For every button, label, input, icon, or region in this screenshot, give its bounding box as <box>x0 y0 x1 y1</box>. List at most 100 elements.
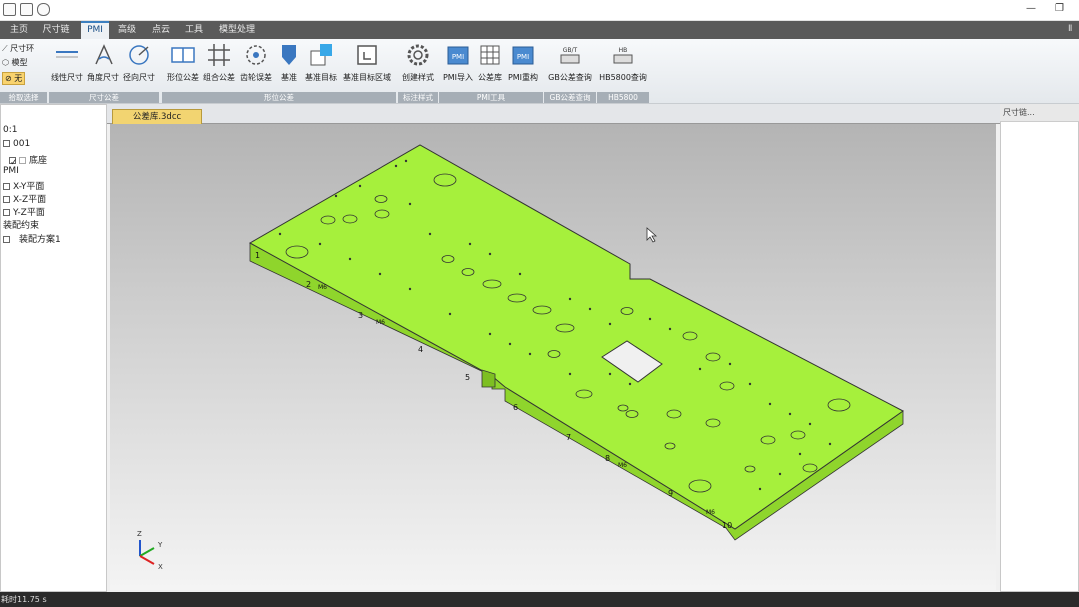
dimension-chain-panel <box>1000 104 1079 592</box>
mouse-cursor-icon <box>646 227 658 243</box>
svg-text:M6: M6 <box>318 284 327 291</box>
menu-bar: 主页 尺寸链 PMI 高级 点云 工具 模型处理 Ⅱ <box>0 21 1079 39</box>
model-top-face[interactable] <box>248 144 904 530</box>
status-text: 耗时11.75 s <box>1 595 47 604</box>
minimize-icon[interactable]: — <box>1026 3 1036 14</box>
datum-icon <box>282 45 296 65</box>
composite-tolerance-icon <box>208 44 230 66</box>
edge-label-6: 6 <box>513 403 518 412</box>
tree-item-assembly-constraints[interactable]: 装配约束 <box>3 218 39 231</box>
pmi-rebuild-button[interactable]: PMI PMI重构 <box>506 42 540 92</box>
radial-dimension-icon <box>129 45 149 65</box>
ring-icon: ⟋ <box>2 44 8 53</box>
prohibit-icon: ⊘ <box>5 74 12 83</box>
tree-item-assembly[interactable]: 001 <box>3 139 30 149</box>
edge-label-1: 1 <box>255 251 260 260</box>
help-label: Ⅱ <box>1068 24 1073 34</box>
tab-tools[interactable]: 工具 <box>180 21 208 39</box>
checkbox-icon[interactable]: ✓ <box>9 157 18 168</box>
tab-pmi[interactable]: PMI <box>81 21 109 39</box>
document-tab-strip <box>107 104 1000 124</box>
datum-target-area-button[interactable]: 基准目标区域 <box>340 42 394 92</box>
edge-label-9: 9 <box>668 489 673 498</box>
linear-dimension-button[interactable]: 线性尺寸 <box>50 42 84 92</box>
gb-tolerance-query-button[interactable]: GB/T GB公差查询 <box>545 42 595 92</box>
save-icon[interactable] <box>3 3 16 16</box>
angle-dimension-button[interactable]: 角度尺寸 <box>86 42 120 92</box>
tree-item-root[interactable]: 0:1 <box>3 125 17 135</box>
svg-text:PMI: PMI <box>452 53 464 61</box>
datum-button[interactable]: 基准 <box>276 42 302 92</box>
grid-icon <box>480 45 500 65</box>
edge-label-3: 3 <box>358 311 363 320</box>
geometric-tolerance-icon <box>171 47 195 63</box>
title-bar: — ❐ <box>0 0 1079 21</box>
selector-dimension-ring[interactable]: ⟋ 尺寸环 <box>2 43 34 54</box>
hb5800-query-button[interactable]: HB HB5800查询 <box>598 42 648 92</box>
plane-icon <box>3 196 10 203</box>
plane-icon <box>3 183 10 190</box>
edge-label-4: 4 <box>418 345 423 354</box>
datum-target-area-icon <box>357 45 377 65</box>
edge-label-10: 10 <box>722 521 732 530</box>
tree-item-base[interactable]: ✓ 底座 <box>9 153 47 168</box>
pmi-rebuild-icon: PMI <box>512 46 534 65</box>
gear-icon <box>246 45 266 65</box>
tab-dimension-chain[interactable]: 尺寸链 <box>38 21 74 39</box>
tree-item-xz-plane[interactable]: X-Z平面 <box>3 192 46 205</box>
tab-point-cloud[interactable]: 点云 <box>147 21 175 39</box>
cube-icon: ⬡ <box>2 58 9 67</box>
tolerance-library-button[interactable]: 公差库 <box>476 42 504 92</box>
create-style-button[interactable]: 创建样式 <box>399 42 437 92</box>
svg-text:PMI: PMI <box>517 53 529 61</box>
edge-label-7: 7 <box>566 433 571 442</box>
document-tab[interactable]: 公差库.3dcc <box>112 109 202 124</box>
print-icon[interactable] <box>37 3 50 16</box>
geometric-tolerance-button[interactable]: 形位公差 <box>166 42 200 92</box>
restore-icon[interactable]: ❐ <box>1055 3 1064 14</box>
composite-tolerance-button[interactable]: 组合公差 <box>202 42 236 92</box>
gbt-icon: GB/T <box>560 47 580 64</box>
edge-label-8: 8 <box>605 454 610 463</box>
selector-none[interactable]: ⊘ 无 <box>2 72 26 85</box>
tree-item-pmi[interactable]: PMI <box>3 166 19 176</box>
checkbox-icon[interactable] <box>3 236 10 243</box>
ribbon: ⟋ 尺寸环 ⬡ 模型 ⊘ 无 拾取选择 线性尺寸 角度尺寸 径向尺寸 尺寸公差 … <box>0 39 1079 104</box>
axis-label-x: X <box>158 563 163 571</box>
group-label-hb5800: HB5800 <box>597 92 649 103</box>
tree-item-xy-plane[interactable]: X-Y平面 <box>3 179 44 192</box>
status-bar: 耗时11.75 s <box>0 592 1079 607</box>
group-label-geo-tolerance: 形位公差 <box>162 92 396 103</box>
linear-dimension-icon <box>56 51 78 58</box>
group-label-selector: 拾取选择 <box>0 92 47 103</box>
radial-dimension-button[interactable]: 径向尺寸 <box>122 42 156 92</box>
plane-icon <box>3 209 10 216</box>
pmi-import-button[interactable]: PMI PMI导入 <box>441 42 475 92</box>
datum-target-icon <box>310 44 332 66</box>
selector-model[interactable]: ⬡ 模型 <box>2 57 28 68</box>
settings-gear-icon <box>407 44 429 66</box>
group-label-dim-tolerance: 尺寸公差 <box>49 92 159 103</box>
tree-item-yz-plane[interactable]: Y-Z平面 <box>3 205 45 218</box>
assembly-icon <box>3 140 10 147</box>
axis-label-y: Y <box>157 541 163 549</box>
export-icon[interactable] <box>20 3 33 16</box>
tree-item-assembly-plan[interactable]: 装配方案1 <box>3 232 61 245</box>
tab-model-processing[interactable]: 模型处理 <box>213 21 261 39</box>
edge-label-2: 2 <box>306 280 311 289</box>
svg-text:M6: M6 <box>618 462 627 469</box>
group-label-gb-query: GB公差查询 <box>544 92 596 103</box>
svg-text:HB: HB <box>619 47 628 54</box>
tab-advanced[interactable]: 高级 <box>113 21 141 39</box>
3d-viewport[interactable]: 1 2 3 4 5 6 7 8 9 10 M6 M6 M6 M6 Z Y X <box>110 124 996 590</box>
group-label-annotation-style: 标注样式 <box>398 92 438 103</box>
part-icon <box>19 157 26 164</box>
axis-label-z: Z <box>137 530 142 538</box>
gear-error-button[interactable]: 齿轮误差 <box>238 42 274 92</box>
svg-text:M6: M6 <box>376 319 385 326</box>
tab-home[interactable]: 主页 <box>6 21 32 39</box>
angle-dimension-icon <box>95 44 113 65</box>
pmi-import-icon: PMI <box>447 46 469 65</box>
model-view: 1 2 3 4 5 6 7 8 9 10 M6 M6 M6 M6 Z Y X <box>137 144 904 571</box>
datum-target-button[interactable]: 基准目标 <box>304 42 338 92</box>
